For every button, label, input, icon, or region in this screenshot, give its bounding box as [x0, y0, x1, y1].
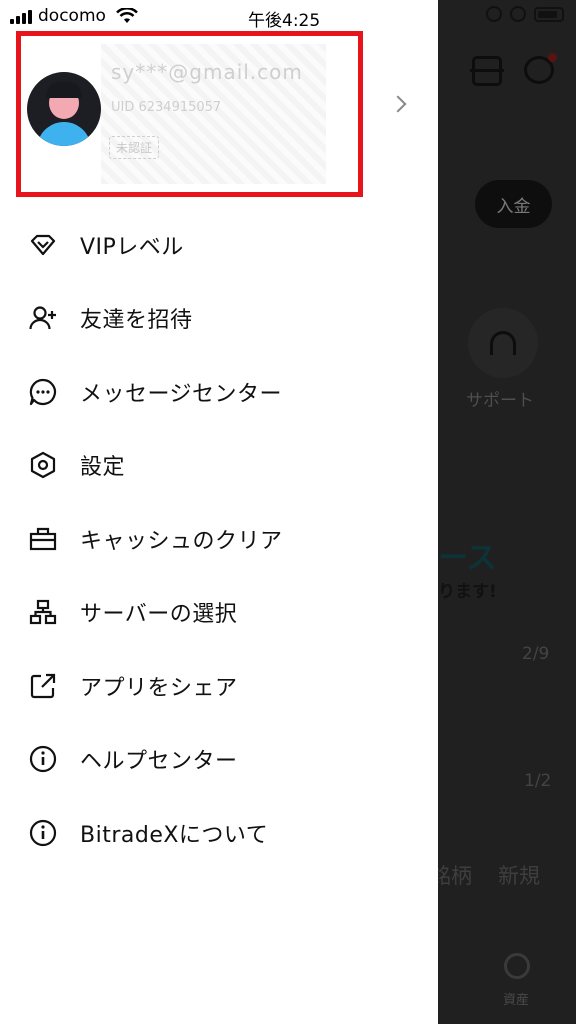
chat-bubble-icon — [28, 377, 58, 407]
menu-item-invite-friends[interactable]: 友達を招待 — [0, 282, 438, 356]
scan-icon — [470, 56, 504, 86]
info-icon — [28, 744, 58, 774]
drawer-menu: VIPレベル 友達を招待 メッセージセンター 設定 キャッシュのクリア サーバー… — [0, 208, 438, 870]
deposit-button: 入金 — [475, 180, 552, 228]
avatar — [27, 72, 101, 146]
wifi-icon — [116, 7, 138, 24]
signal-icon — [10, 9, 32, 24]
assets-nav-label: 資産 — [503, 993, 530, 1008]
support-headset-icon — [468, 308, 538, 378]
settings-hexagon-icon — [28, 450, 58, 480]
chevron-right-icon[interactable] — [389, 95, 407, 113]
profile-card[interactable]: sy***@gmail.com UID 6234915057 未認証 — [16, 31, 363, 197]
network-icon — [28, 597, 58, 627]
carrier-group: docomo — [10, 6, 138, 26]
menu-item-label: 設定 — [80, 455, 126, 481]
page-indicator: 1/2 — [524, 771, 552, 791]
menu-item-label: 友達を招待 — [80, 308, 193, 334]
support-label: サポート — [466, 391, 534, 411]
carrier-name: docomo — [38, 6, 106, 26]
menu-item-label: ヘルプセンター — [80, 749, 238, 775]
page-indicator: 2/9 — [522, 644, 550, 664]
menu-item-server-select[interactable]: サーバーの選択 — [0, 576, 438, 650]
menu-item-label: サーバーの選択 — [80, 602, 238, 628]
menu-item-help-center[interactable]: ヘルプセンター — [0, 723, 438, 797]
diamond-icon — [28, 230, 58, 260]
menu-item-about[interactable]: BitradeXについて — [0, 796, 438, 870]
assets-pie-icon — [504, 953, 530, 979]
news-title: ース — [438, 541, 497, 576]
add-user-icon — [28, 303, 58, 333]
menu-item-message-center[interactable]: メッセージセンター — [0, 355, 438, 429]
toolbox-icon — [28, 524, 58, 554]
share-icon — [28, 671, 58, 701]
status-bar: docomo — [0, 0, 576, 32]
info-icon — [28, 818, 58, 848]
menu-item-settings[interactable]: 設定 — [0, 429, 438, 503]
menu-item-label: BitradeXについて — [80, 822, 269, 848]
side-drawer: docomo 午後4:25 sy***@gmail.com UID 623491… — [0, 0, 564, 1024]
tab-new: 新規 — [498, 864, 540, 888]
menu-item-label: VIPレベル — [80, 234, 184, 260]
message-icon — [524, 53, 557, 84]
menu-item-label: アプリをシェア — [80, 675, 238, 701]
menu-item-clear-cache[interactable]: キャッシュのクリア — [0, 502, 438, 576]
news-subtitle: ります! — [438, 582, 497, 602]
verification-badge: 未認証 — [109, 136, 160, 159]
menu-item-share-app[interactable]: アプリをシェア — [0, 649, 438, 723]
account-uid: UID 6234915057 — [111, 100, 222, 115]
account-email: sy***@gmail.com — [111, 60, 303, 84]
menu-item-label: メッセージセンター — [80, 381, 283, 407]
menu-item-vip-level[interactable]: VIPレベル — [0, 208, 438, 282]
menu-item-label: キャッシュのクリア — [80, 528, 283, 554]
